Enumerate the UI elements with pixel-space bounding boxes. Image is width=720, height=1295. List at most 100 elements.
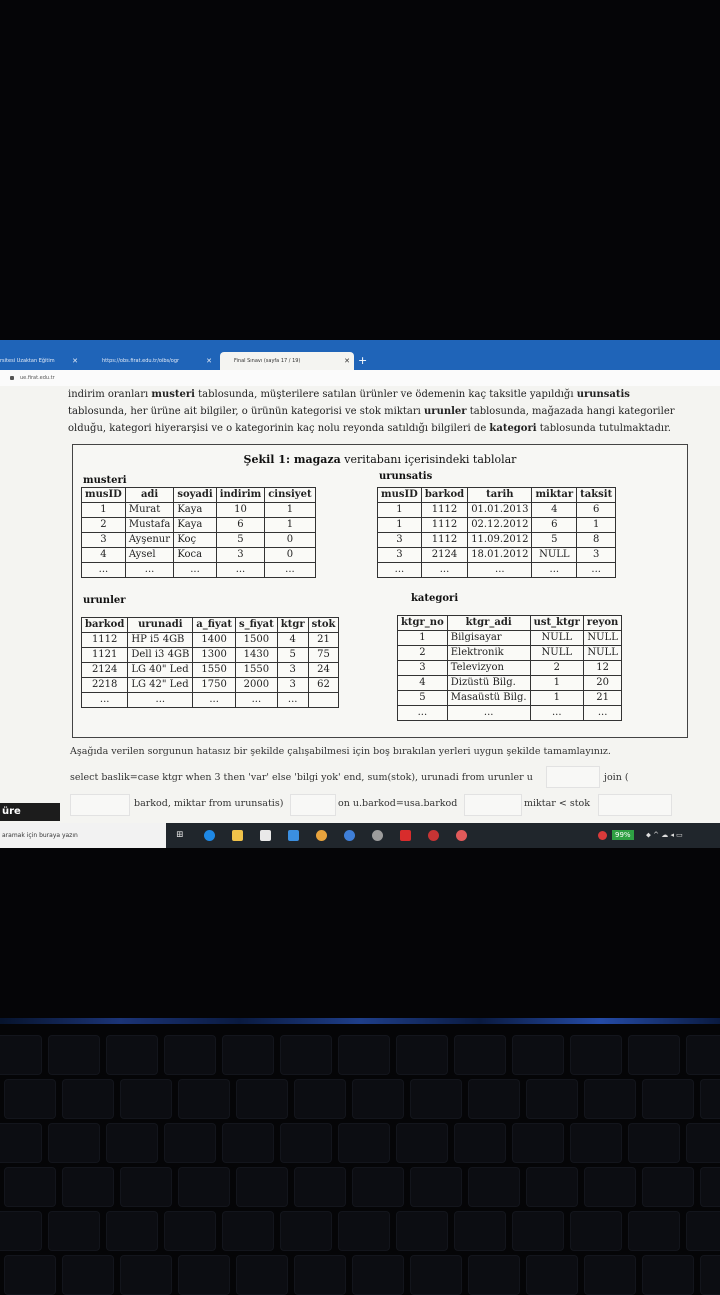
table-cell: 4 [531,502,578,518]
blank-input-2[interactable] [70,794,130,816]
column-header: s_fiyat [234,617,278,633]
table-row: 3 Televizyon 2 12 [397,660,623,676]
battery-indicator[interactable]: 99% [612,830,634,840]
keyboard-key [584,1167,636,1207]
exam-timer: üre 0:18:52 [0,803,60,835]
table-cell: ... [467,562,533,578]
table-cell: 2218 [80,677,129,693]
table-cell: Televizyon [446,660,531,676]
table-cell: NULL [531,547,578,563]
table-name-ref: urunsatis [576,389,630,400]
browser-icon[interactable] [344,830,355,841]
table-row: 3 Ayşenur Koç 5 0 [81,532,316,548]
keyboard-key [686,1211,720,1251]
table-cell: 21 [582,690,623,706]
table-name-kategori: kategori [411,593,459,604]
table-cell: 2 [397,645,448,661]
keyboard-key [352,1255,404,1295]
column-header: miktar [531,487,578,503]
app-icon[interactable] [372,830,383,841]
table-kategori: ktgr_no ktgr_adi ust_ktgr reyon 1 Bilgisayar N… [397,615,623,721]
table-cell: 1112 [80,632,129,648]
table-cell: 4 [81,547,126,563]
taskbar-search[interactable]: aramak için buraya yazın [0,823,166,848]
table-cell: 1300 [192,647,236,663]
notification-icon[interactable] [598,831,607,840]
keyboard-key [120,1167,172,1207]
table-cell: LG 42" Led [127,677,194,693]
mail-icon[interactable] [288,830,299,841]
keyboard-key [106,1035,158,1075]
table-cell: Koca [173,547,217,563]
blank-input-1[interactable] [546,766,600,788]
figure-1: Şekil 1: magaza veritabanı içerisindeki … [72,444,688,738]
file-explorer-icon[interactable] [232,830,243,841]
table-cell: 6 [576,502,617,518]
table-cell: 3 [81,532,126,548]
table-cell: 1 [529,690,584,706]
column-header: soyadi [173,487,217,503]
column-header: stok [307,617,340,633]
query-part-4: miktar < stok [524,798,590,809]
new-tab-icon[interactable]: + [358,352,367,370]
media-icon[interactable] [428,830,439,841]
column-header: musID [377,487,422,503]
table-row: 1 1112 02.12.2012 6 1 [377,517,617,533]
table-cell: 8 [576,532,617,548]
tray-icons[interactable]: ⬥ ^ ☁ ◂ ▭ [646,823,683,848]
keyboard-key [584,1255,636,1295]
table-cell: 1112 [420,517,469,533]
keyboard-key [410,1079,462,1119]
keyboard-key [512,1211,564,1251]
table-cell: 1 [264,517,316,533]
table-cell: 3 [276,662,309,678]
table-urunsatis: musID barkod tarih miktar taksit 1 1112 01.01.2… [377,487,617,578]
keyboard-key [570,1035,622,1075]
table-row: ............... [81,562,316,578]
intro-text: tablosunda, her ürüne ait bilgiler, o ür… [68,406,425,417]
keyboard-key [164,1035,216,1075]
keyboard-key [236,1079,288,1119]
blank-input-3[interactable] [290,794,336,816]
blank-input-5[interactable] [598,794,672,816]
keyboard-key [178,1167,230,1207]
office-icon[interactable] [400,830,411,841]
keyboard-key [4,1079,56,1119]
table-musteri: musID adi soyadi indirim cinsiyet 1 Murat Kaya 1… [81,487,316,578]
table-cell: ... [420,562,469,578]
keyboard-key [642,1255,694,1295]
keyboard-key [628,1123,680,1163]
close-icon[interactable]: ✕ [72,352,78,370]
app-dots-icon[interactable] [456,830,467,841]
table-cell: 1121 [80,647,129,663]
keyboard-key [628,1211,680,1251]
table-cell: Kaya [173,502,217,518]
table-cell: 6 [531,517,578,533]
keyboard-key [468,1255,520,1295]
browser-tab-final-sinavi[interactable]: Final Sınavı (sayfa 17 / 19) ✕ [220,352,354,370]
keyboard-key [396,1211,448,1251]
table-cell: 2124 [80,662,129,678]
close-icon[interactable]: ✕ [344,352,350,370]
laptop-screen: rsitesi Uzaktan Eğitim ✕ https://obs.fira… [0,340,720,848]
table-cell: NULL [582,630,623,646]
chrome-icon[interactable] [316,830,327,841]
keyboard-key [222,1211,274,1251]
intro-text: tablosunda, müşterilere satılan ürünler … [194,389,577,400]
keyboard-key [62,1167,114,1207]
blank-input-4[interactable] [464,794,522,816]
browser-tab-uzem[interactable]: rsitesi Uzaktan Eğitim ✕ [0,352,82,370]
browser-tab-obs[interactable]: https://obs.firat.edu.tr/oibs/ogr ✕ [88,352,216,370]
keyboard-key [48,1123,100,1163]
keyboard-key [120,1079,172,1119]
table-cell: 12 [582,660,623,676]
task-view-icon[interactable]: ⊞ [176,830,187,841]
edge-icon[interactable] [204,830,215,841]
keyboard-key [280,1123,332,1163]
column-header: musID [81,487,126,503]
tab-label: https://obs.firat.edu.tr/oibs/ogr [102,358,180,364]
store-icon[interactable] [260,830,271,841]
close-icon[interactable]: ✕ [206,352,212,370]
search-placeholder: aramak için buraya yazın [2,832,78,839]
address-bar[interactable]: ue.firat.edu.tr [0,370,720,386]
